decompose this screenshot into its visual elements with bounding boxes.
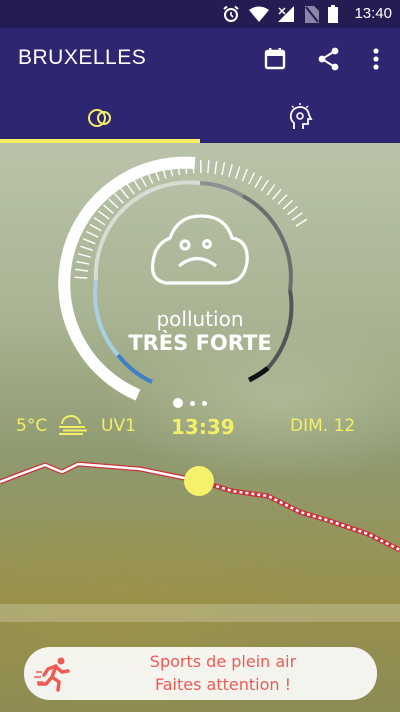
page-dot[interactable] — [190, 400, 195, 406]
gauge-tick — [228, 164, 233, 177]
gauge-tick — [248, 172, 256, 185]
uv-index: UV1 — [101, 416, 136, 436]
sad-cloud-icon — [150, 214, 249, 285]
pollution-label: pollution — [156, 307, 244, 331]
app-bar: BRUXELLES — [0, 28, 400, 90]
gauge-tick — [132, 178, 141, 191]
alarm-icon — [223, 5, 239, 22]
battery-icon — [328, 5, 338, 23]
gauge-tick — [272, 189, 282, 200]
alert-message: Faites attention ! — [154, 675, 291, 694]
gauge-tick — [207, 160, 210, 174]
page-dot-active[interactable] — [173, 398, 183, 408]
gauge-tick — [86, 230, 99, 238]
status-bar: 13:40 — [0, 0, 400, 28]
gauge-tick — [260, 179, 269, 192]
tab-advice[interactable] — [200, 90, 400, 143]
gauge-tick — [235, 166, 241, 179]
tab-pollution[interactable] — [0, 90, 200, 143]
gauge-tick — [75, 268, 89, 272]
more-menu-icon[interactable] — [362, 45, 390, 73]
fog-sun-icon — [59, 415, 87, 435]
gauge-tick — [108, 198, 119, 209]
gauge-tick — [98, 210, 110, 220]
gauge-tick — [74, 276, 88, 279]
city-title[interactable]: BRUXELLES — [18, 46, 146, 70]
gauge-tick — [103, 204, 114, 214]
gauge-tick — [295, 218, 308, 227]
current-time: 13:39 — [171, 415, 235, 439]
activity-alert[interactable]: Sports de plein air Faites attention ! — [24, 647, 377, 700]
gauge-tick — [93, 217, 106, 226]
gauge-tick — [221, 162, 226, 176]
calendar-icon[interactable] — [261, 45, 289, 73]
pollution-gauge — [58, 156, 308, 401]
page-dot[interactable] — [202, 400, 207, 406]
gauge-tick — [126, 183, 135, 195]
signal-icon — [278, 6, 294, 22]
gauge-tick — [119, 187, 130, 199]
gauge-tick — [254, 175, 263, 188]
status-time: 13:40 — [354, 5, 392, 22]
temperature: 5°C — [16, 416, 48, 436]
pollution-timeline — [0, 461, 400, 553]
date-label: DIM. 12 — [290, 416, 356, 436]
gauge-tick — [282, 199, 293, 210]
gauge-tick — [214, 161, 218, 175]
cloud-ring-icon — [88, 108, 111, 127]
divider-band — [0, 604, 400, 622]
gauge-tick — [139, 174, 147, 187]
gauge-tick — [78, 253, 91, 258]
gauge-tick — [277, 194, 288, 205]
gauge-tick — [89, 223, 102, 232]
no-sim-icon — [305, 5, 319, 23]
gauge-tick — [266, 184, 276, 196]
pollution-level: TRÈS FORTE — [128, 331, 272, 355]
share-icon[interactable] — [315, 45, 343, 73]
tab-bar — [0, 90, 400, 143]
gauge-tick — [287, 205, 299, 216]
gauge-tick — [241, 168, 248, 182]
gauge-tick — [113, 193, 124, 204]
gauge-tick — [82, 238, 96, 245]
gauge-tick — [291, 212, 303, 221]
gauge-tick — [80, 245, 93, 251]
gauge-tick — [192, 160, 195, 174]
runner-icon — [34, 657, 70, 692]
head-idea-icon — [289, 102, 313, 129]
alert-title: Sports de plein air — [149, 652, 297, 671]
timeline-handle[interactable] — [184, 466, 214, 496]
wifi-icon — [249, 6, 269, 22]
page-indicator — [173, 398, 207, 408]
gauge-tick — [76, 260, 90, 265]
